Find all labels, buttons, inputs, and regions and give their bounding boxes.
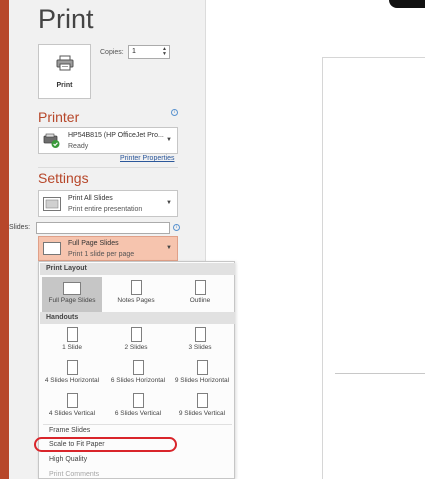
preview-divider [335, 373, 425, 374]
printer-icon [56, 55, 74, 76]
tile-label: Full Page Slides [48, 297, 96, 304]
tile-label: 6 Slides Horizontal [110, 377, 166, 384]
handout-6-slides-horizontal[interactable]: 6 Slides Horizontal [105, 360, 171, 390]
tile-label: 4 Slides Horizontal [44, 377, 100, 384]
section-divider [38, 167, 178, 168]
printer-properties-link[interactable]: Printer Properties [120, 155, 174, 162]
handout-6-slides-vertical[interactable]: 6 Slides Vertical [105, 393, 171, 423]
page-icon [130, 327, 142, 342]
handout-1-slide[interactable]: 1 Slide [42, 327, 102, 357]
tile-label: 6 Slides Vertical [114, 410, 162, 417]
high-quality-option[interactable]: High Quality [49, 456, 87, 463]
handout-9-slides-vertical[interactable]: 9 Slides Vertical [169, 393, 235, 423]
page-title: Print [38, 4, 94, 34]
print-comments-option[interactable]: Print Comments [49, 471, 99, 478]
handout-4-slides-vertical[interactable]: 4 Slides Vertical [39, 393, 105, 423]
chevron-down-icon: ▼ [166, 200, 172, 206]
app-accent-bar [0, 0, 9, 479]
slides-input[interactable] [36, 222, 170, 234]
copies-input[interactable]: 1 ▲ ▼ [128, 45, 170, 59]
page-icon [43, 242, 61, 255]
handout-2-slides[interactable]: 2 Slides [106, 327, 166, 357]
tile-label: Notes Pages [117, 297, 155, 304]
page-icon [132, 360, 144, 375]
page-icon [66, 360, 78, 375]
handouts-header: Handouts [40, 312, 235, 324]
tile-label: 9 Slides Horizontal [174, 377, 230, 384]
page-icon [66, 393, 78, 408]
page-icon [196, 393, 208, 408]
layout-subtitle: Print 1 slide per page [68, 251, 135, 258]
info-icon[interactable]: i [173, 224, 180, 231]
print-layout-header: Print Layout [40, 263, 235, 275]
layout-title: Full Page Slides [68, 240, 119, 247]
window-corner [389, 0, 425, 8]
tile-label: 4 Slides Vertical [48, 410, 96, 417]
handout-9-slides-horizontal[interactable]: 9 Slides Horizontal [169, 360, 235, 390]
frame-slides-option[interactable]: Frame Slides [49, 427, 90, 434]
print-range-dropdown[interactable]: Print All Slides Print entire presentati… [38, 190, 178, 217]
layout-notes-pages[interactable]: Notes Pages [106, 277, 166, 313]
page-icon [63, 282, 81, 295]
highlight-annotation [34, 437, 177, 452]
print-button[interactable]: Print [38, 44, 91, 99]
layout-dropdown[interactable]: Full Page Slides Print 1 slide per page … [38, 236, 178, 261]
info-icon[interactable]: i [171, 109, 178, 116]
copies-label: Copies: [100, 49, 124, 56]
menu-divider [43, 424, 232, 425]
slides-label: Slides: [9, 224, 31, 231]
tile-label: 2 Slides [124, 344, 148, 351]
layout-full-page-slides[interactable]: Full Page Slides [42, 277, 102, 313]
page-icon [194, 280, 206, 295]
page-icon [132, 393, 144, 408]
printer-heading: Printer [38, 109, 80, 125]
handout-3-slides[interactable]: 3 Slides [170, 327, 230, 357]
tile-label: 1 Slide [62, 344, 82, 351]
printer-name: HP54B815 (HP OfficeJet Pro... [68, 132, 164, 139]
chevron-down-icon: ▼ [166, 137, 172, 143]
tile-label: Outline [189, 297, 211, 304]
page-icon [66, 327, 78, 342]
page-icon [196, 360, 208, 375]
slides-icon [43, 197, 61, 216]
preview-page [322, 57, 425, 479]
chevron-down-icon: ▼ [166, 245, 172, 251]
print-button-label: Print [56, 82, 73, 89]
handout-4-slides-horizontal[interactable]: 4 Slides Horizontal [39, 360, 105, 390]
print-range-title: Print All Slides [68, 195, 113, 202]
printer-status: Ready [68, 143, 89, 150]
settings-heading: Settings [38, 170, 89, 186]
spin-arrows-icon[interactable]: ▲ ▼ [162, 47, 167, 57]
page-icon [130, 280, 142, 295]
print-range-subtitle: Print entire presentation [68, 206, 143, 213]
copies-value: 1 [132, 48, 136, 55]
layout-outline[interactable]: Outline [170, 277, 230, 313]
page-icon [194, 327, 206, 342]
printer-status-icon [43, 133, 61, 154]
printer-dropdown[interactable]: HP54B815 (HP OfficeJet Pro... Ready ▼ [38, 127, 178, 154]
tile-label: 3 Slides [188, 344, 212, 351]
tile-label: 9 Slides Vertical [178, 410, 226, 417]
